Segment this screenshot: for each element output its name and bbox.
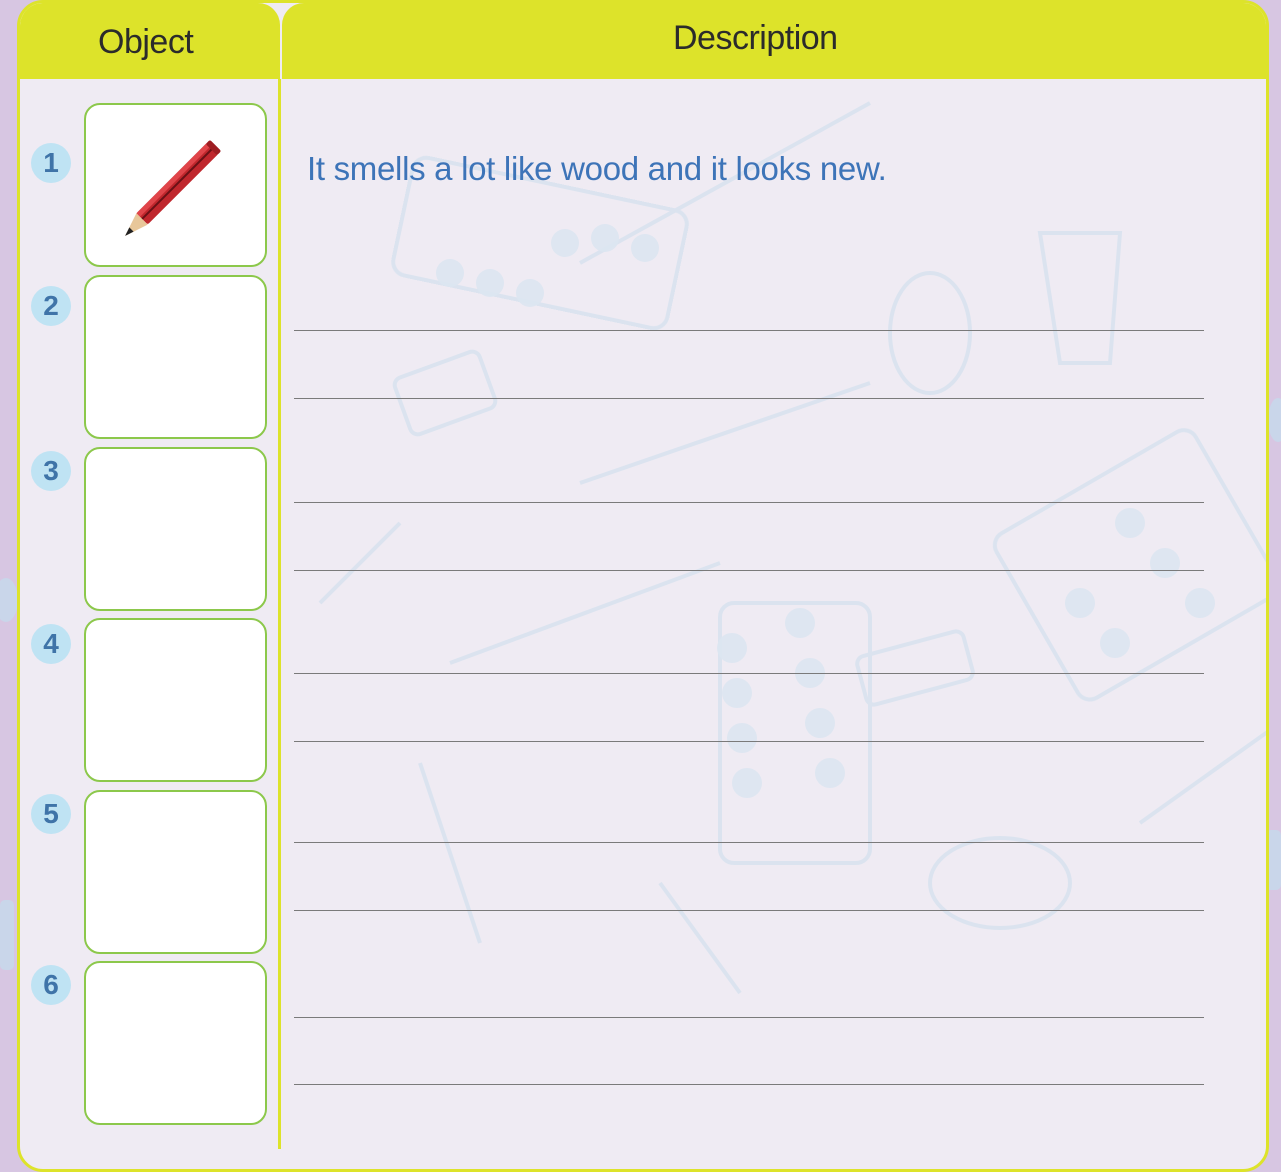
object-header-label: Object <box>98 23 194 61</box>
row-number-1: 1 <box>31 143 71 183</box>
writing-line-4b[interactable] <box>294 741 1204 742</box>
object-box-4[interactable] <box>84 618 267 782</box>
object-box-1 <box>84 103 267 267</box>
object-box-5[interactable] <box>84 790 267 954</box>
writing-line-5a[interactable] <box>294 842 1204 843</box>
writing-line-5b[interactable] <box>294 910 1204 911</box>
row-number-6: 6 <box>31 965 71 1005</box>
object-box-2[interactable] <box>84 275 267 439</box>
description-header-label: Description <box>673 19 838 57</box>
pencil-icon <box>125 140 221 236</box>
row-number-2: 2 <box>31 286 71 326</box>
writing-line-4a[interactable] <box>294 673 1204 674</box>
description-row-1: It smells a lot like wood and it looks n… <box>307 150 887 187</box>
row-number-3: 3 <box>31 451 71 491</box>
row-number-5: 5 <box>31 794 71 834</box>
writing-line-3b[interactable] <box>294 570 1204 571</box>
object-box-3[interactable] <box>84 447 267 611</box>
writing-line-6a[interactable] <box>294 1017 1204 1018</box>
writing-line-2a[interactable] <box>294 330 1204 331</box>
writing-line-3a[interactable] <box>294 502 1204 503</box>
writing-line-6b[interactable] <box>294 1084 1204 1085</box>
writing-line-2b[interactable] <box>294 398 1204 399</box>
object-box-6[interactable] <box>84 961 267 1125</box>
row-number-4: 4 <box>31 624 71 664</box>
column-divider <box>278 79 281 1149</box>
